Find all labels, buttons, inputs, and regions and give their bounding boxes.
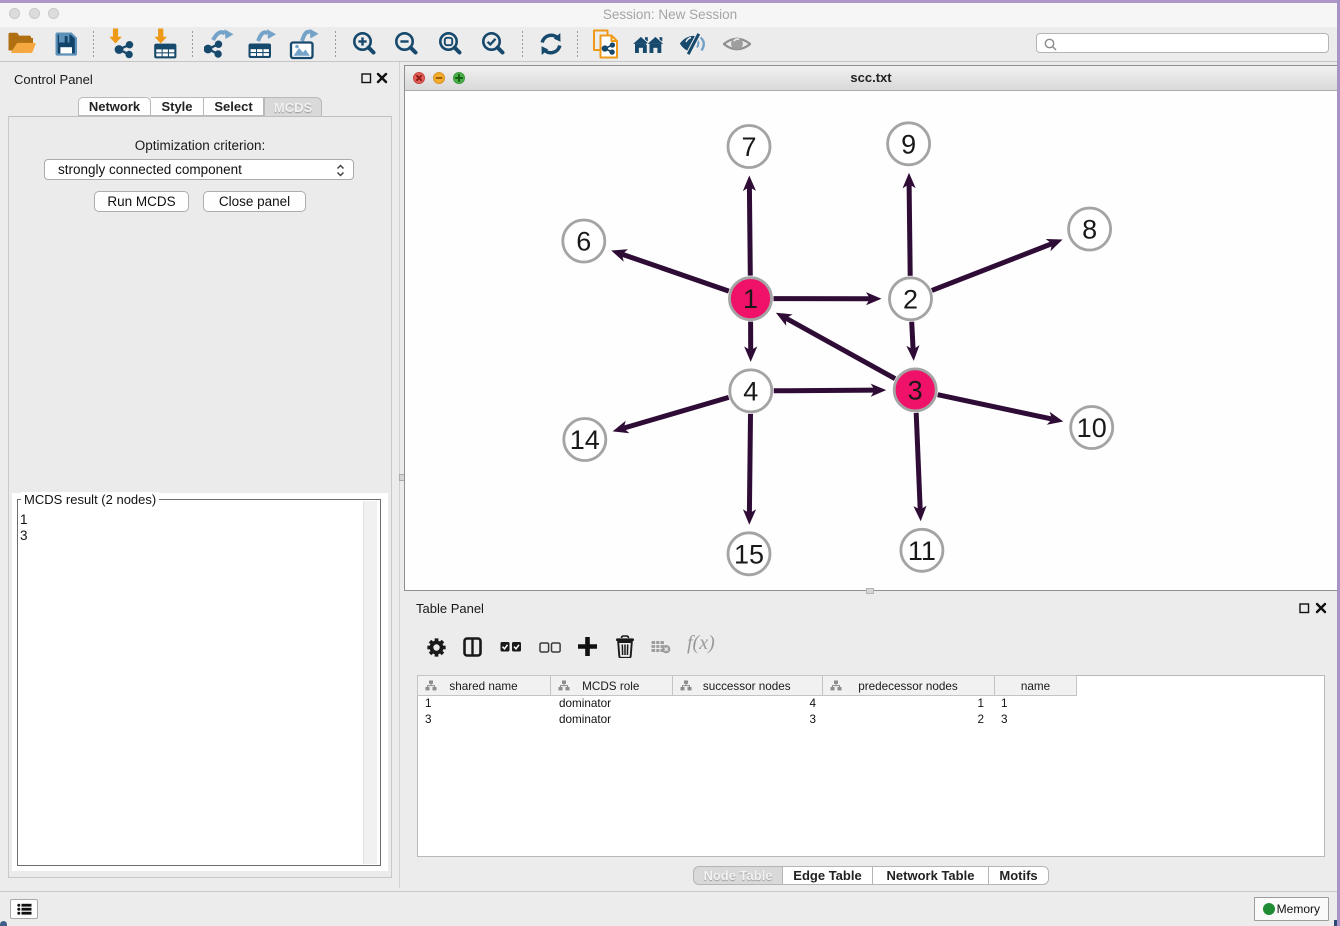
- svg-text:6: 6: [576, 227, 591, 257]
- svg-text:14: 14: [570, 425, 600, 455]
- svg-text:7: 7: [741, 132, 756, 162]
- svg-text:15: 15: [734, 539, 764, 569]
- svg-text:3: 3: [908, 376, 923, 406]
- svg-text:1: 1: [743, 284, 758, 314]
- svg-text:11: 11: [908, 536, 936, 566]
- svg-text:9: 9: [901, 129, 916, 159]
- svg-text:2: 2: [903, 284, 918, 314]
- svg-text:10: 10: [1077, 413, 1107, 443]
- svg-text:8: 8: [1082, 215, 1097, 245]
- svg-text:4: 4: [743, 377, 758, 407]
